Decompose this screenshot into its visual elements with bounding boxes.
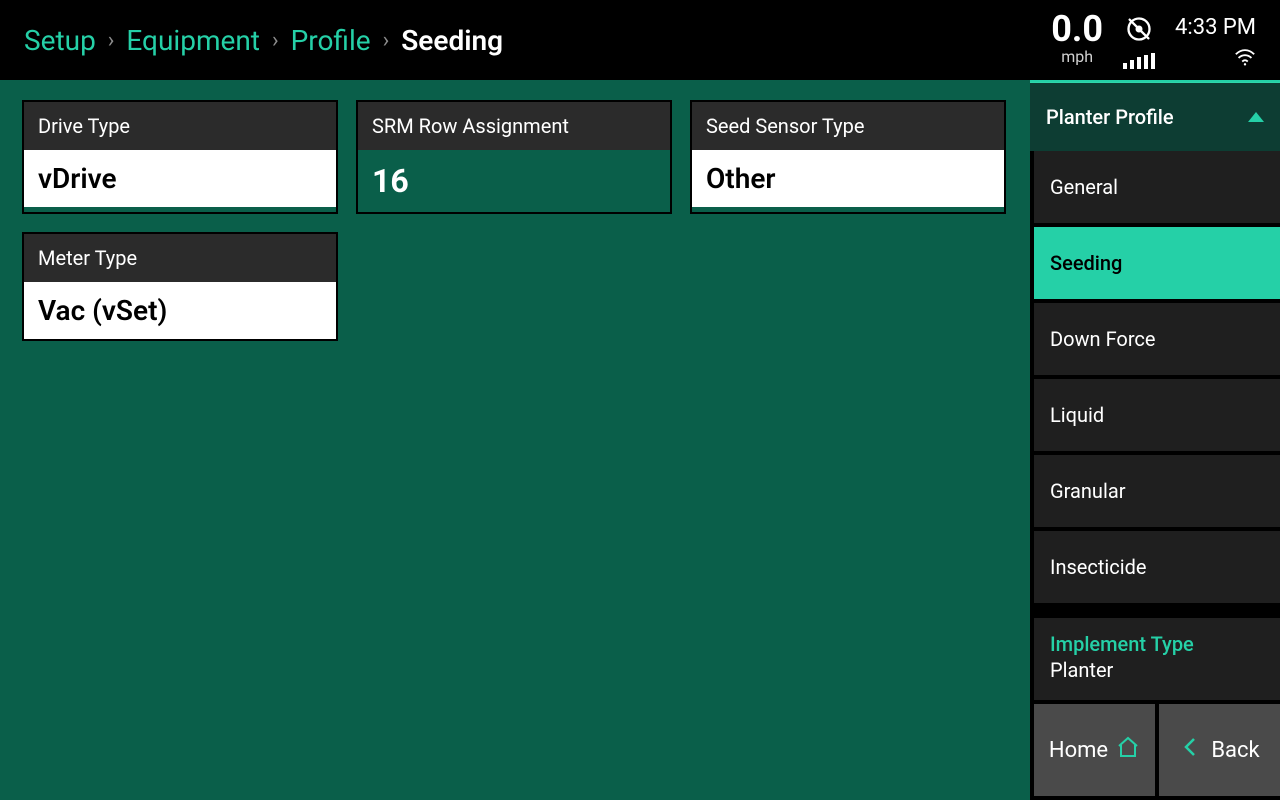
sidebar-item-down-force[interactable]: Down Force [1030,303,1280,379]
status-area: 0.0 mph 4:33 PM [1051,11,1256,70]
speed-value: 0.0 [1051,11,1103,47]
card-value: 16 [358,150,670,212]
chevron-right-icon: › [383,28,390,53]
breadcrumb-setup[interactable]: Setup [24,24,96,57]
chevron-right-icon: › [272,28,279,53]
sidebar-item-liquid[interactable]: Liquid [1030,379,1280,455]
breadcrumb-current: Seeding [401,24,503,57]
sidebar-item-granular[interactable]: Granular [1030,455,1280,531]
sidebar-spacer [1030,607,1280,614]
breadcrumb-equipment[interactable]: Equipment [126,24,260,57]
card-value: vDrive [24,150,336,207]
top-bar: Setup › Equipment › Profile › Seeding 0.… [0,0,1280,80]
sidebar-item-general[interactable]: General [1030,151,1280,227]
clock-area: 4:33 PM [1175,15,1256,70]
wifi-icon [1234,48,1256,70]
caret-up-icon [1248,112,1264,122]
satellite-icon [1125,15,1153,47]
sidebar: Planter Profile General Seeding Down For… [1030,80,1280,800]
clock-time: 4:33 PM [1175,15,1256,40]
card-header: SRM Row Assignment [358,102,670,150]
card-header: Meter Type [24,234,336,282]
breadcrumb-profile[interactable]: Profile [291,24,371,57]
card-srm-row-assignment[interactable]: SRM Row Assignment 16 [356,100,672,214]
signal-bars-icon [1123,53,1155,69]
breadcrumb: Setup › Equipment › Profile › Seeding [24,24,503,57]
bottom-buttons: Home Back [1030,704,1280,800]
sidebar-header-label: Planter Profile [1046,105,1174,129]
back-button-label: Back [1211,738,1259,763]
implement-type-label: Implement Type [1050,632,1264,656]
home-button-label: Home [1049,738,1108,763]
card-header: Seed Sensor Type [692,102,1004,150]
back-button[interactable]: Back [1159,704,1280,796]
implement-type-value: Planter [1050,658,1264,682]
card-meter-type[interactable]: Meter Type Vac (vSet) [22,232,338,341]
implement-type-panel[interactable]: Implement Type Planter [1030,614,1280,704]
card-value: Other [692,150,1004,207]
sidebar-item-seeding[interactable]: Seeding [1030,227,1280,303]
card-seed-sensor-type[interactable]: Seed Sensor Type Other [690,100,1006,214]
sidebar-header[interactable]: Planter Profile [1030,82,1280,151]
chevron-right-icon: › [108,28,115,53]
home-button[interactable]: Home [1034,704,1155,796]
speed-indicator: 0.0 mph [1051,11,1103,65]
card-drive-type[interactable]: Drive Type vDrive [22,100,338,214]
home-icon [1116,735,1140,765]
speed-unit: mph [1051,49,1103,65]
card-value: Vac (vSet) [24,282,336,339]
chevron-left-icon [1179,735,1203,765]
content-area: Drive Type vDrive SRM Row Assignment 16 … [0,80,1030,800]
gps-indicator [1123,15,1155,69]
sidebar-item-insecticide[interactable]: Insecticide [1030,531,1280,607]
card-header: Drive Type [24,102,336,150]
